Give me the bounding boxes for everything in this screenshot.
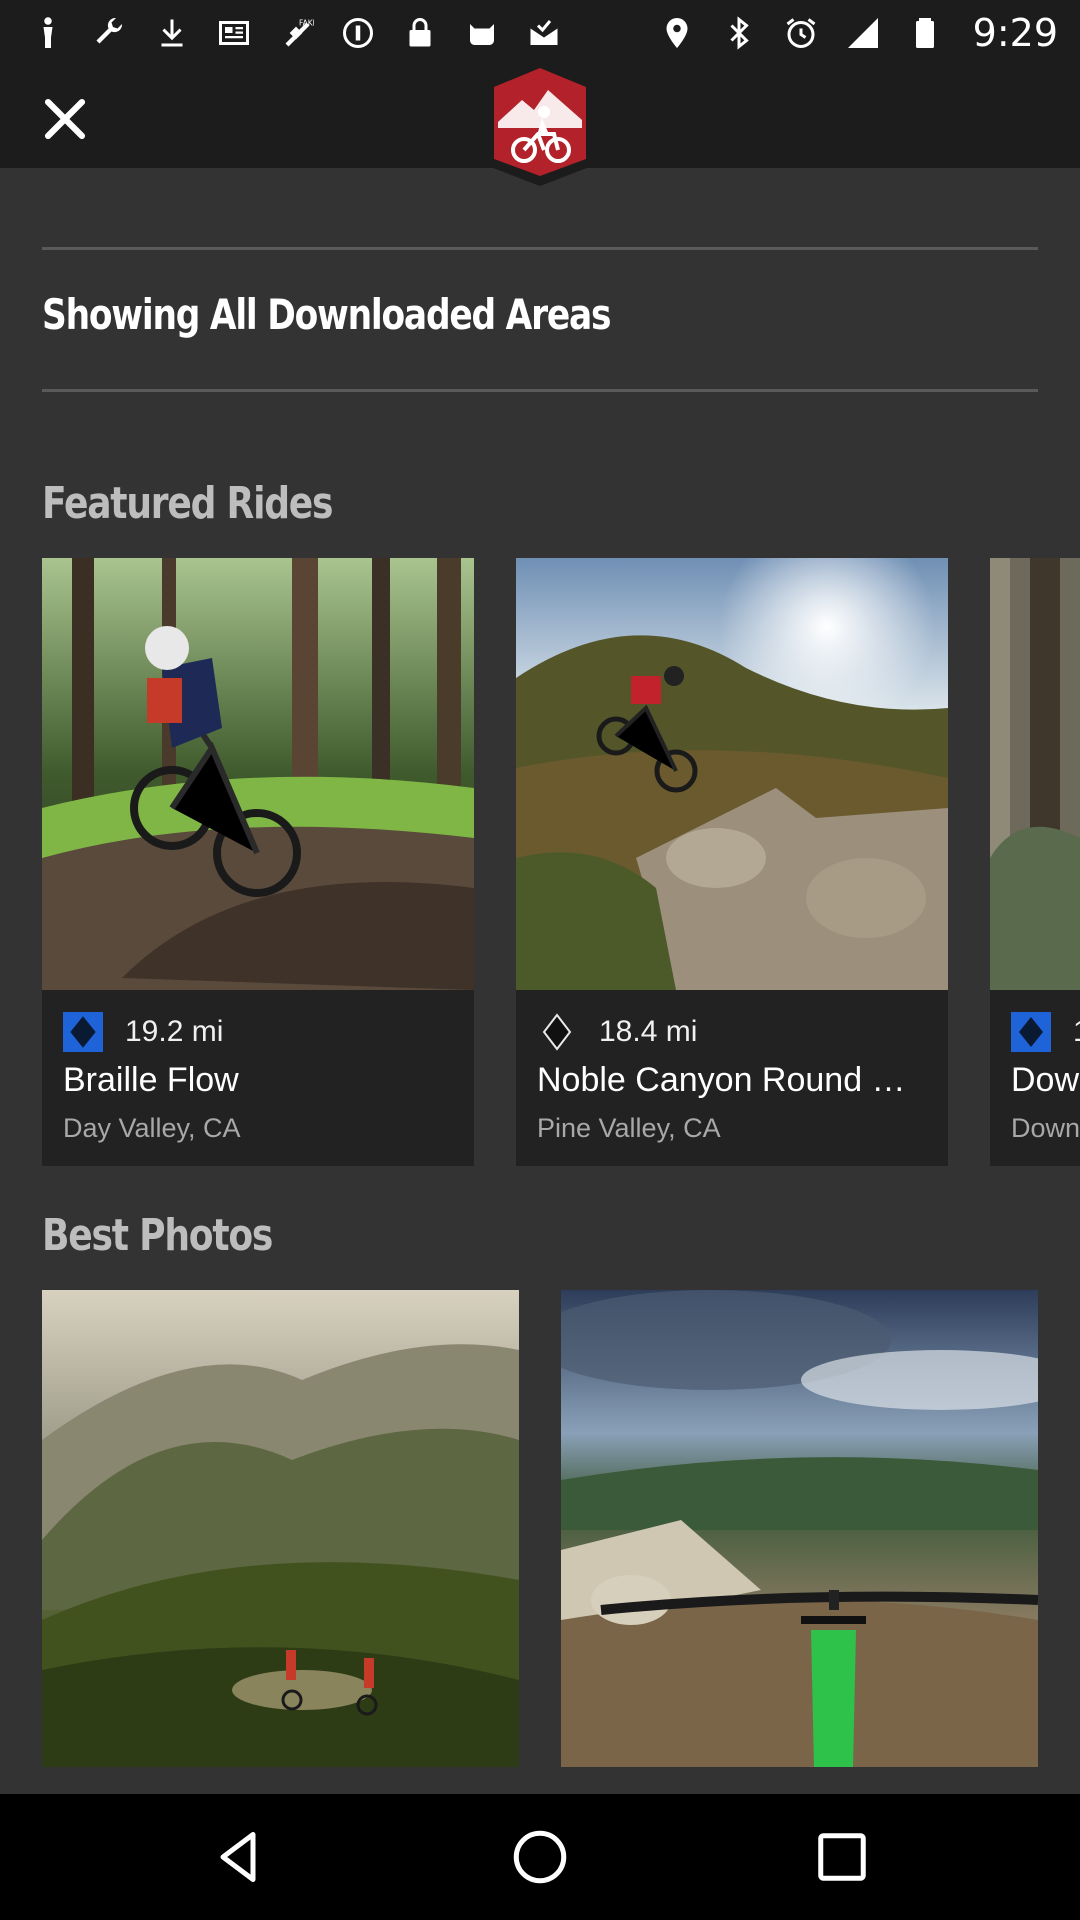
downloaded-areas-title[interactable]: Showing All Downloaded Areas <box>42 290 611 339</box>
fake-gps-icon: FAKE <box>285 19 314 47</box>
lock-icon <box>409 18 431 47</box>
ride-photo <box>990 558 1080 990</box>
cat-icon <box>470 24 494 45</box>
status-bar-right: 9:29 <box>659 11 1058 55</box>
best-photos-title: Best Photos <box>42 1210 273 1261</box>
ride-name: Noble Canyon Round … <box>537 1061 906 1099</box>
person-icon <box>43 17 53 48</box>
info-circle-icon <box>343 18 373 48</box>
ride-name: Braille Flow <box>63 1061 239 1099</box>
black-diamond-difficulty-icon <box>542 1013 572 1051</box>
ride-distance: 1 <box>1073 1012 1080 1052</box>
alarm-icon <box>786 18 816 48</box>
ride-card[interactable]: 18.4 mi Noble Canyon Round … Pine Valley… <box>516 558 948 1166</box>
location-icon <box>666 18 688 48</box>
ride-distance: 19.2 mi <box>125 1015 224 1048</box>
best-photo[interactable] <box>42 1290 519 1767</box>
ride-distance: 18.4 mi <box>599 1015 698 1048</box>
status-bar-left: FAKE <box>30 15 562 51</box>
ride-location: Day Valley, CA <box>63 1113 241 1143</box>
main-content: Showing All Downloaded Areas Featured Ri… <box>0 168 1080 1794</box>
ride-name: Dow <box>1011 1061 1080 1099</box>
close-icon[interactable] <box>36 90 94 148</box>
navigation-bar <box>0 1794 1080 1920</box>
ride-card[interactable]: 19.2 mi Braille Flow Day Valley, CA <box>42 558 474 1166</box>
blue-square-difficulty-icon <box>63 1012 103 1052</box>
divider-bottom <box>42 389 1038 392</box>
blue-square-difficulty-icon <box>1011 1012 1051 1052</box>
ride-location: Down <box>1011 1113 1080 1143</box>
featured-rides-title: Featured Rides <box>42 478 334 529</box>
battery-icon <box>915 18 934 48</box>
back-triangle-icon[interactable] <box>208 1827 268 1887</box>
ride-info: 18.4 mi Noble Canyon Round … Pine Valley… <box>516 990 948 1166</box>
home-circle-icon[interactable] <box>510 1827 570 1887</box>
newspaper-icon <box>219 21 249 45</box>
status-time: 9:29 <box>972 11 1058 55</box>
ride-photo <box>516 558 948 990</box>
ride-location: Pine Valley, CA <box>537 1113 721 1143</box>
ride-card[interactable]: 1 Dow Down <box>990 558 1080 1166</box>
mail-check-icon <box>530 20 558 45</box>
wrench-icon <box>96 17 123 44</box>
mountain-bike-logo-icon[interactable] <box>488 62 592 186</box>
recents-square-icon[interactable] <box>812 1827 872 1887</box>
divider-top <box>42 247 1038 250</box>
download-icon <box>161 19 183 47</box>
status-bar: FAKE 9:29 <box>0 0 1080 66</box>
ride-info: 19.2 mi Braille Flow Day Valley, CA <box>42 990 474 1166</box>
best-photo[interactable] <box>561 1290 1038 1767</box>
bluetooth-icon <box>730 16 749 50</box>
ride-photo <box>42 558 474 990</box>
signal-icon <box>847 18 878 48</box>
ride-info: 1 Dow Down <box>990 990 1080 1166</box>
svg-text:FAKE: FAKE <box>299 19 314 28</box>
